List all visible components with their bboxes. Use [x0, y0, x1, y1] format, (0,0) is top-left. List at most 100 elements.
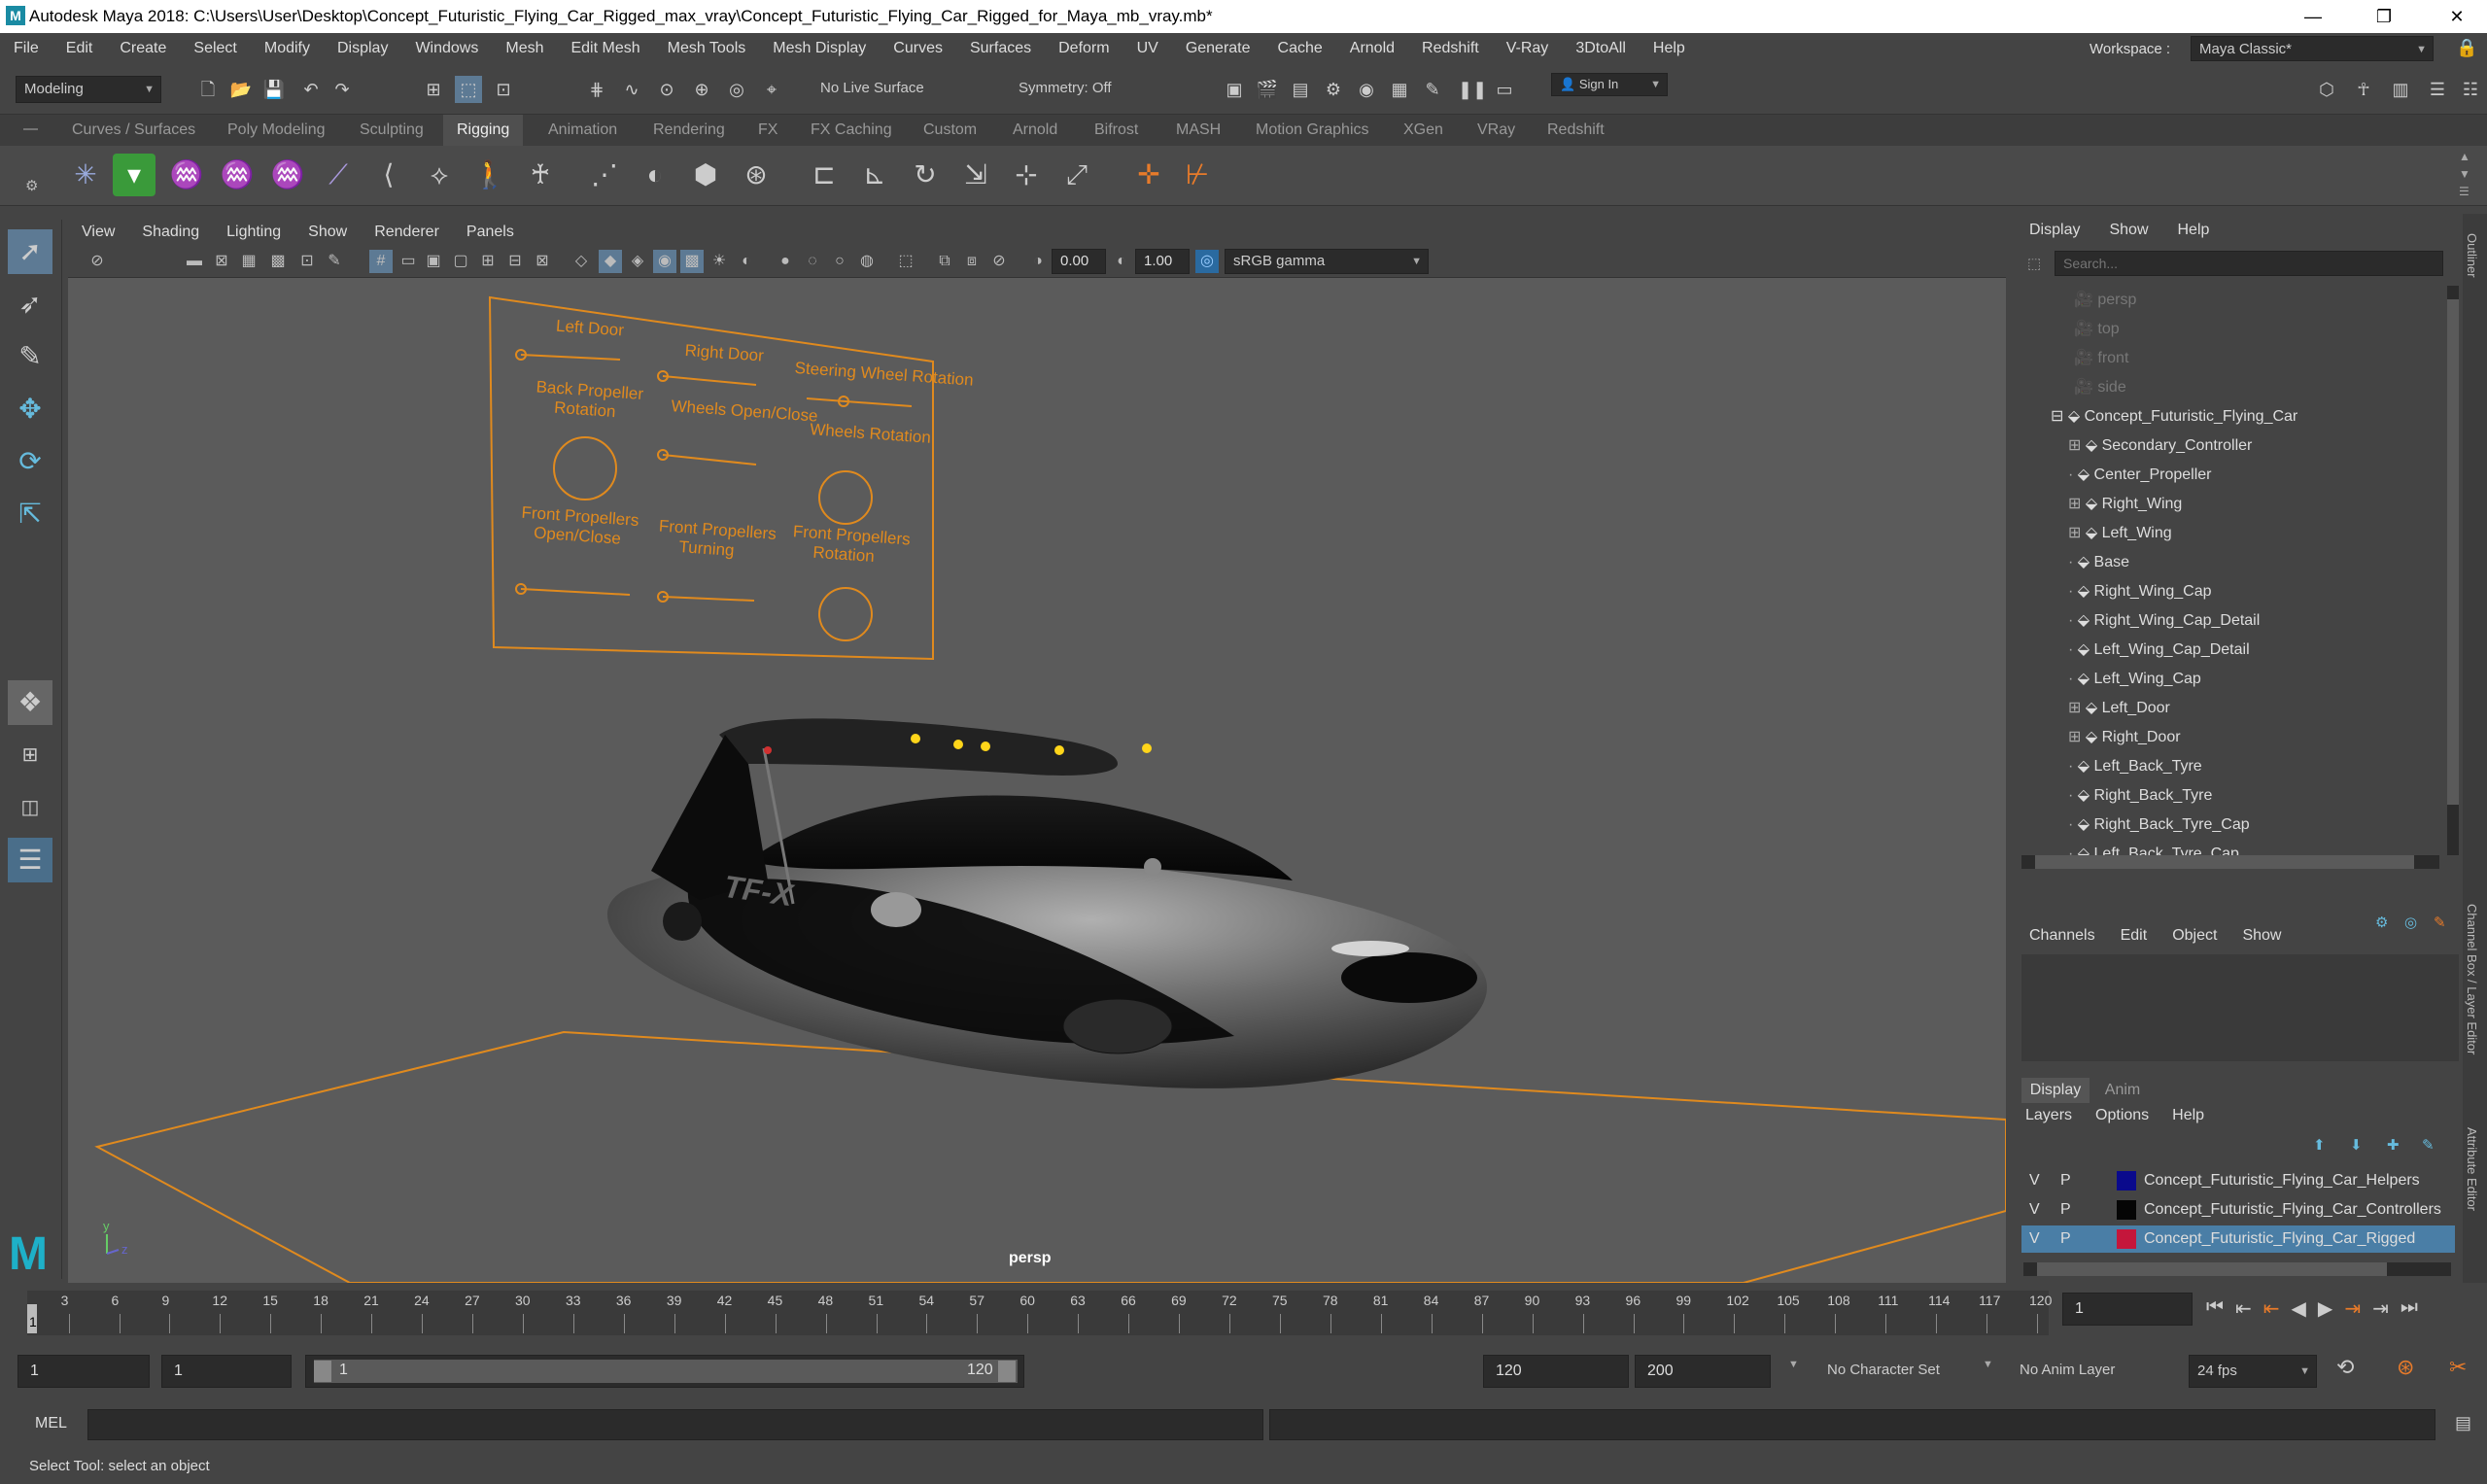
symmetry-select[interactable]: Symmetry: Off	[1011, 76, 1157, 103]
tree-item[interactable]: · ⬙ Right_Wing_Cap_Detail	[2068, 606, 2260, 636]
time-slider-track[interactable]: 3 6 9 12 15 18 21 24 27 30 33 36 39 42 45 48 51 54 57 60 63 6…	[27, 1291, 2052, 1335]
camera-attributes-icon[interactable]: ▬	[183, 250, 206, 273]
tree-item[interactable]: · ⬙ Right_Back_Tyre	[2068, 781, 2212, 811]
tab-animation[interactable]: Animation	[535, 115, 631, 146]
wireframe-on-shaded-icon[interactable]: ▩	[680, 250, 704, 273]
locator-icon[interactable]: ✛	[1127, 154, 1170, 196]
select-component-icon[interactable]: ⊡	[490, 76, 517, 103]
menuset-select[interactable]: Modeling ▼	[16, 76, 161, 103]
xray-joints-icon[interactable]: ⧈	[960, 250, 984, 273]
playback-start-field[interactable]: 1	[161, 1355, 292, 1388]
outliner-menu-show[interactable]: Show	[2109, 222, 2148, 239]
modeling-toolkit-icon[interactable]: ⬡	[2313, 76, 2340, 103]
default-material-icon[interactable]: ◈	[626, 250, 649, 273]
bookmarks-icon[interactable]: ⊠	[210, 250, 233, 273]
tree-item[interactable]: · ⬙ Right_Back_Tyre_Cap	[2068, 811, 2250, 840]
snap-surface-icon[interactable]: ◎	[723, 76, 750, 103]
tree-item[interactable]: · ⬙ Left_Back_Tyre	[2068, 752, 2202, 781]
layer-row-rigged[interactable]: V P Concept_Futuristic_Flying_Car_Rigged	[2021, 1225, 2455, 1253]
new-scene-icon[interactable]: 🗋	[194, 76, 222, 103]
cluster-icon[interactable]: ⋰	[583, 154, 626, 196]
loop-icon[interactable]: ⟲	[2336, 1355, 2354, 1380]
open-scene-icon[interactable]: 📂	[227, 76, 255, 103]
select-object-icon[interactable]: ⬚	[455, 76, 482, 103]
single-perspective-layout-icon[interactable]: ❖	[8, 680, 52, 725]
channel-box-toggle-icon[interactable]: ☷	[2457, 76, 2484, 103]
xray-icon[interactable]: ⧉	[933, 250, 956, 273]
menu-surfaces[interactable]: Surfaces	[956, 40, 1045, 57]
view-transform-select[interactable]: sRGB gamma ▼	[1225, 249, 1429, 274]
tree-item-root[interactable]: ⊟ ⬙ Concept_Futuristic_Flying_Car	[2051, 402, 2297, 431]
layers-menu-help[interactable]: Help	[2172, 1107, 2204, 1124]
play-forward-icon[interactable]: ▶	[2318, 1296, 2332, 1321]
two-d-pan-icon[interactable]: ⊡	[295, 250, 319, 273]
viewport-menu-lighting[interactable]: Lighting	[213, 224, 294, 241]
tab-rendering[interactable]: Rendering	[639, 115, 739, 146]
channels-menu-object[interactable]: Object	[2172, 927, 2217, 945]
select-hierarchy-icon[interactable]: ⊞	[420, 76, 447, 103]
new-layer-icon[interactable]: ✚	[2387, 1136, 2400, 1154]
command-input[interactable]	[87, 1409, 1263, 1440]
layer-row-helpers[interactable]: V P Concept_Futuristic_Flying_Car_Helper…	[2021, 1167, 2455, 1194]
pause-icon[interactable]: ❚❚	[1458, 76, 1487, 103]
auto-key-icon[interactable]: ⊛	[2397, 1355, 2414, 1380]
layer-hscrollbar[interactable]	[2023, 1262, 2451, 1276]
current-frame-field[interactable]: 1	[2062, 1293, 2193, 1326]
minimize-button[interactable]: —	[2286, 0, 2340, 33]
layers-menu-options[interactable]: Options	[2095, 1107, 2149, 1124]
ipr-render-icon[interactable]: ▤	[1287, 76, 1314, 103]
workspace-select[interactable]: Maya Classic* ▼	[2191, 36, 2434, 61]
tab-layer-display[interactable]: Display	[2021, 1078, 2090, 1103]
play-backward-icon[interactable]: ◀	[2292, 1296, 2306, 1321]
shelf-scroll-down-icon[interactable]: ▼	[2459, 167, 2470, 181]
shelf-menu-icon[interactable]: ☰	[2459, 185, 2470, 198]
menu-uv[interactable]: UV	[1123, 40, 1172, 57]
point-constraint-icon[interactable]: ⊾	[853, 154, 896, 196]
tab-arnold[interactable]: Arnold	[999, 115, 1071, 146]
create-joint-icon[interactable]: ✳	[64, 154, 107, 196]
viewport-menu-view[interactable]: View	[68, 224, 128, 241]
go-to-start-icon[interactable]: ⏮	[2206, 1296, 2224, 1321]
shadows-icon[interactable]: ◐	[735, 250, 758, 273]
skin-bind-icon[interactable]: ▾	[113, 154, 155, 196]
channel-box-icon[interactable]: ⚙	[2375, 914, 2388, 931]
paint-select-tool-icon[interactable]: ✎	[8, 334, 52, 379]
range-slider-track[interactable]: 1 120	[305, 1355, 1024, 1388]
outliner-layout-icon[interactable]: ☰	[8, 838, 52, 882]
undo-icon[interactable]: ↶	[297, 76, 325, 103]
animation-start-field[interactable]: 1	[17, 1355, 150, 1388]
vray-settings-icon[interactable]: ✎	[1419, 76, 1446, 103]
menu-windows[interactable]: Windows	[401, 40, 492, 57]
smooth-bind-icon[interactable]: ♒	[216, 154, 259, 196]
tree-item-camera[interactable]: 🎥 top	[2074, 315, 2120, 344]
film-gate-icon[interactable]: ▭	[397, 250, 420, 273]
tree-item-camera[interactable]: 🎥 front	[2074, 344, 2128, 373]
tree-item[interactable]: · ⬙ Right_Wing_Cap	[2068, 577, 2211, 606]
channels-menu-show[interactable]: Show	[2242, 927, 2281, 945]
search-options-icon[interactable]: ⬚	[2027, 255, 2041, 272]
tab-motion-graphics[interactable]: Motion Graphics	[1242, 115, 1383, 146]
tree-item-camera[interactable]: 🎥 side	[2074, 373, 2126, 402]
expand-icon[interactable]: ⊞	[2068, 700, 2086, 716]
menu-arnold[interactable]: Arnold	[1336, 40, 1408, 57]
snap-curve-icon[interactable]: ∿	[618, 76, 645, 103]
live-surface-field[interactable]: No Live Surface	[812, 76, 968, 103]
safe-action-icon[interactable]: ⊟	[503, 250, 527, 273]
menu-select[interactable]: Select	[180, 40, 250, 57]
layer-visibility-toggle[interactable]: V	[2029, 1225, 2040, 1253]
redo-icon[interactable]: ↷	[328, 76, 356, 103]
snap-grid-icon[interactable]: ⋕	[583, 76, 610, 103]
layer-row-controllers[interactable]: V P Concept_Futuristic_Flying_Car_Contro…	[2021, 1196, 2455, 1224]
select-camera-icon[interactable]: ⊘	[86, 250, 109, 273]
layer-color-swatch[interactable]	[2117, 1229, 2136, 1249]
field-chart-icon[interactable]: ⊞	[476, 250, 500, 273]
tab-curves-surfaces[interactable]: Curves / Surfaces	[58, 115, 209, 146]
outliner-search-input[interactable]	[2055, 251, 2443, 276]
menu-redshift[interactable]: Redshift	[1408, 40, 1493, 57]
animation-preferences-icon[interactable]: ✂	[2449, 1355, 2467, 1380]
exposure-icon[interactable]: ◑	[1026, 250, 1050, 273]
outliner-hscrollbar[interactable]	[2021, 855, 2439, 869]
orient-constraint-icon[interactable]: ↻	[904, 154, 947, 196]
script-editor-icon[interactable]: ▤	[2455, 1413, 2471, 1433]
use-all-lights-icon[interactable]: ☀	[708, 250, 731, 273]
